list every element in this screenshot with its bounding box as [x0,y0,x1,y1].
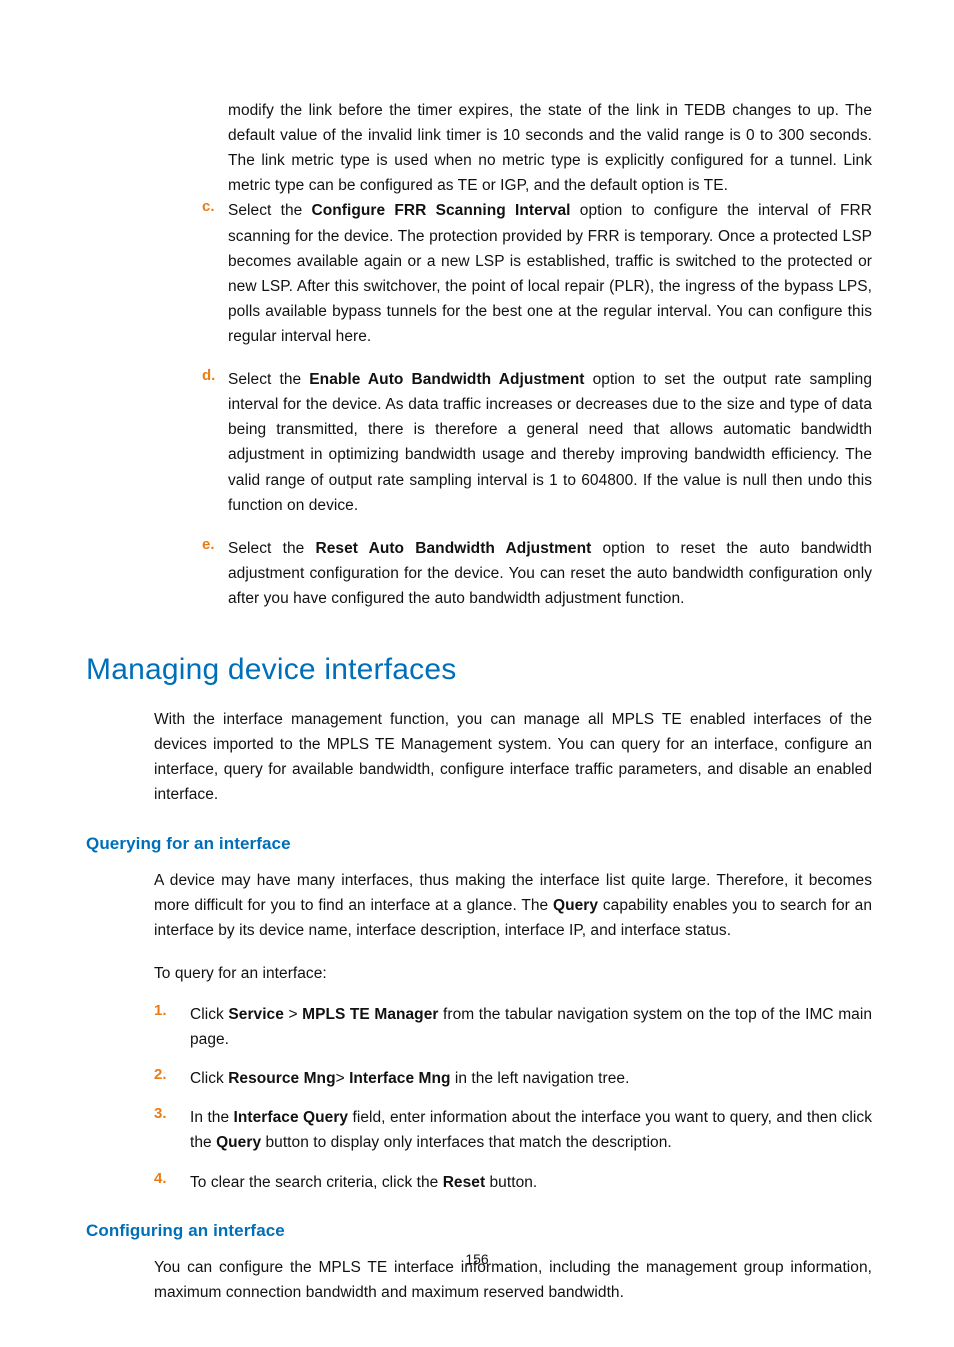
continued-paragraph: modify the link before the timer expires… [228,98,872,198]
bold-term: Query [553,897,598,914]
option-name: Enable Auto Bandwidth Adjustment [309,371,584,388]
subheading-querying: Querying for an interface [86,834,872,854]
subheading-configuring: Configuring an interface [86,1221,872,1241]
list-marker: 1. [154,1002,167,1019]
alpha-item-e: e. Select the Reset Auto Bandwidth Adjus… [202,536,872,611]
alpha-body: Select the Configure FRR Scanning Interv… [228,198,872,349]
bold-term: Interface Query [234,1109,349,1126]
text: option to configure the interval of FRR … [228,202,872,345]
section-heading-managing-device-interfaces: Managing device interfaces [86,653,872,687]
bold-term: MPLS TE Manager [302,1006,438,1023]
list-marker: c. [202,198,215,215]
text: > [336,1070,349,1087]
bold-term: Service [228,1006,284,1023]
step-body: To clear the search criteria, click the … [190,1170,872,1195]
alpha-body: Select the Reset Auto Bandwidth Adjustme… [228,536,872,611]
text: In the [190,1109,234,1126]
option-name: Reset Auto Bandwidth Adjustment [315,540,591,557]
bold-term: Query [216,1134,261,1151]
alpha-item-d: d. Select the Enable Auto Bandwidth Adju… [202,367,872,518]
list-marker: d. [202,367,215,384]
query-paragraph-2: To query for an interface: [154,961,872,986]
list-marker: 3. [154,1105,167,1122]
text: Select the [228,371,309,388]
list-marker: 4. [154,1170,167,1187]
step-1: 1. Click Service > MPLS TE Manager from … [154,1002,872,1052]
text: in the left navigation tree. [450,1070,629,1087]
text: button. [485,1174,537,1191]
step-body: Click Service > MPLS TE Manager from the… [190,1002,872,1052]
alpha-list: c. Select the Configure FRR Scanning Int… [202,198,872,611]
text: Click [190,1070,228,1087]
text: option to set the output rate sampling i… [228,371,872,514]
numbered-steps: 1. Click Service > MPLS TE Manager from … [154,1002,872,1195]
text: > [284,1006,302,1023]
text: Select the [228,202,312,219]
step-body: Click Resource Mng> Interface Mng in the… [190,1066,872,1091]
option-name: Configure FRR Scanning Interval [312,202,571,219]
step-2: 2. Click Resource Mng> Interface Mng in … [154,1066,872,1091]
list-marker: e. [202,536,215,553]
text: Click [190,1006,228,1023]
alpha-item-c: c. Select the Configure FRR Scanning Int… [202,198,872,349]
section-intro: With the interface management function, … [154,707,872,807]
bold-term: Reset [443,1174,485,1191]
bold-term: Interface Mng [349,1070,450,1087]
page: modify the link before the timer expires… [0,0,954,1347]
alpha-body: Select the Enable Auto Bandwidth Adjustm… [228,367,872,518]
text: button to display only interfaces that m… [261,1134,672,1151]
page-number: 156 [0,1251,954,1267]
step-body: In the Interface Query field, enter info… [190,1105,872,1155]
step-3: 3. In the Interface Query field, enter i… [154,1105,872,1155]
bold-term: Resource Mng [228,1070,335,1087]
query-paragraph-1: A device may have many interfaces, thus … [154,868,872,943]
text: Select the [228,540,315,557]
text: To clear the search criteria, click the [190,1174,443,1191]
step-4: 4. To clear the search criteria, click t… [154,1170,872,1195]
list-marker: 2. [154,1066,167,1083]
